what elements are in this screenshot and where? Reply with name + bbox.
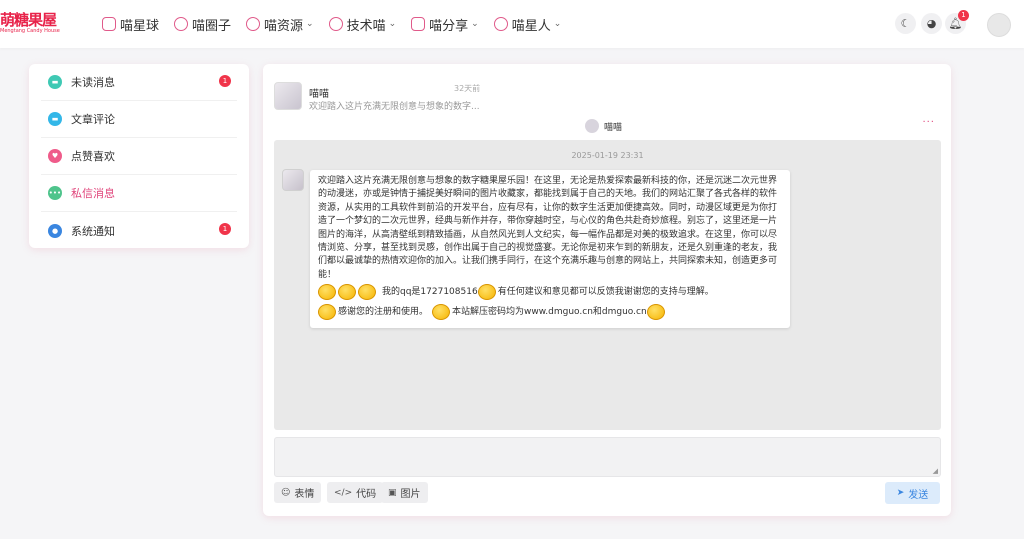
nav-item-jishumiao[interactable]: 技术喵 ⌄ [328, 15, 397, 34]
sidebar-item-comments[interactable]: ▬ 文章评论 [41, 101, 237, 138]
nav-label: 喵分享 [429, 18, 469, 34]
nav-label: 喵星人 [511, 18, 551, 34]
nav-item-miaofenxiang[interactable]: 喵分享 ⌄ [411, 15, 479, 34]
nav-label: 喵资源 [264, 18, 304, 34]
emoji-icon [358, 284, 376, 301]
emoji-label: 表情 [294, 489, 315, 500]
emoji-icon [338, 284, 356, 301]
sidebar-item-private-messages[interactable]: ••• 私信消息 [41, 175, 237, 212]
chevron-down-icon: ⌄ [388, 19, 397, 29]
conversation-avatar [274, 82, 302, 110]
message-input[interactable]: ◢ [274, 437, 941, 477]
cat-face-icon [102, 17, 116, 31]
sidebar-item-label: 点赞喜欢 [71, 150, 115, 163]
password-text: 本站解压密码均为www.dmguo.cn和dmguo.cn [452, 307, 647, 318]
send-label: 发送 [908, 489, 929, 501]
conversation-item[interactable]: 喵喵 32天前 欢迎踏入这片充满无限创意与想象的数字... [274, 82, 484, 112]
code-label: 代码 [356, 489, 377, 500]
emoji-icon [477, 284, 496, 301]
image-icon: ▣ [388, 487, 397, 498]
code-button[interactable]: </> 代码 [327, 482, 384, 503]
unread-message-icon: ▬ [48, 75, 62, 89]
chat-panel: 喵喵 32天前 欢迎踏入这片充满无限创意与想象的数字... 喵喵 ··· 202… [263, 64, 951, 516]
dark-mode-toggle[interactable]: ☾ [895, 13, 916, 34]
conversation-preview: 欢迎踏入这片充满无限创意与想象的数字... [309, 102, 480, 112]
sender-avatar [282, 169, 304, 191]
nav-label: 喵星球 [120, 18, 160, 34]
sidebar-item-unread[interactable]: ▬ 未读消息 1 [41, 64, 237, 101]
message-timestamp: 2025-01-19 23:31 [571, 151, 644, 160]
nav-label: 技术喵 [346, 18, 386, 34]
message-sidebar: ▬ 未读消息 1 ▬ 文章评论 ♥ 点赞喜欢 ••• 私信消息 ● 系统通知 1 [29, 64, 249, 248]
message-area[interactable]: 2025-01-19 23:31 欢迎踏入这片充满无限创意与想象的数字糖果屋乐园… [274, 140, 941, 430]
private-message-icon: ••• [48, 186, 62, 200]
conversation-time: 32天前 [454, 84, 481, 93]
chevron-down-icon: ⌄ [553, 19, 562, 29]
main-nav: 喵星球 喵圈子 喵资源 ⌄ 技术喵 ⌄ 喵分享 ⌄ 喵星人 ⌄ [102, 0, 576, 48]
nav-item-miaoquanzi[interactable]: 喵圈子 [174, 15, 231, 34]
sidebar-item-label: 未读消息 [71, 76, 115, 89]
message-qq-line: 我的qq是1727108516 有任何建议和意见都可以反馈我谢谢您的支持与理解。 [318, 282, 782, 302]
image-button[interactable]: ▣ 图片 [381, 482, 428, 503]
smile-icon: ☺ [281, 487, 291, 498]
notification-badge: 1 [958, 10, 969, 21]
message-bubble: 欢迎踏入这片充满无限创意与想象的数字糖果屋乐园！在这里，无论是热爱探索最新科技的… [310, 170, 790, 329]
message-text: 欢迎踏入这片充满无限创意与想象的数字糖果屋乐园！在这里，无论是热爱探索最新科技的… [318, 176, 778, 280]
top-header: 萌糖果屋 Mengtang Candy House 喵星球 喵圈子 喵资源 ⌄ … [0, 0, 1024, 48]
chevron-down-icon: ⌄ [471, 19, 479, 29]
sidebar-item-system-notifications[interactable]: ● 系统通知 1 [41, 212, 237, 249]
send-button[interactable]: ➤ 发送 [885, 482, 940, 504]
sidebar-item-label: 文章评论 [71, 113, 115, 126]
nav-label: 喵圈子 [192, 18, 232, 34]
resize-handle-icon[interactable]: ◢ [933, 467, 938, 475]
heart-icon: ♥ [48, 149, 62, 163]
document-icon [411, 17, 426, 31]
qq-text: 我的qq是1727108516 [382, 287, 478, 298]
unread-badge: 1 [219, 75, 231, 87]
notification-icon: ● [48, 223, 62, 238]
nav-item-miaoxingqiu[interactable]: 喵星球 [102, 15, 159, 34]
moon-icon: ☾ [900, 17, 911, 30]
sidebar-item-label: 系统通知 [71, 224, 115, 238]
chat-partner-name: 喵喵 [604, 122, 623, 133]
emoji-icon [432, 304, 451, 321]
emoji-icon [318, 284, 336, 301]
sidebar-item-likes[interactable]: ♥ 点赞喜欢 [41, 138, 237, 175]
notification-count-badge: 1 [219, 223, 231, 235]
nav-item-miaoziyuan[interactable]: 喵资源 ⌄ [246, 15, 314, 34]
comment-icon: ▬ [48, 112, 62, 126]
emoji-icon [318, 304, 336, 321]
badge-icon [493, 17, 508, 31]
chevron-down-icon: ⌄ [306, 19, 314, 29]
emoji-button[interactable]: ☺ 表情 [274, 482, 322, 503]
image-label: 图片 [400, 489, 421, 500]
nav-item-miaoxingren[interactable]: 喵星人 ⌄ [493, 15, 562, 34]
palette-icon: ◕ [926, 17, 937, 30]
code-icon: </> [334, 487, 353, 498]
chat-partner: 喵喵 [585, 119, 622, 133]
at-sign-icon [246, 17, 261, 31]
thanks-text: 感谢您的注册和使用。 [338, 307, 429, 318]
paper-plane-icon: ➤ [896, 488, 905, 498]
sidebar-item-label: 私信消息 [71, 187, 115, 200]
user-avatar[interactable] [987, 13, 1011, 37]
conversation-name: 喵喵 [309, 89, 329, 100]
qq-suffix-text: 有任何建议和意见都可以反馈我谢谢您的支持与理解。 [497, 287, 714, 298]
theme-button[interactable]: ◕ [921, 13, 942, 34]
speech-icon [328, 17, 343, 31]
emoji-icon [646, 304, 665, 321]
chat-partner-avatar [585, 119, 599, 133]
site-logo[interactable]: 萌糖果屋 Mengtang Candy House [0, 11, 60, 38]
chat-bubble-icon [174, 17, 189, 31]
message-thanks-line: 感谢您的注册和使用。 本站解压密码均为www.dmguo.cn和dmguo.cn [318, 302, 782, 322]
logo-text: 萌糖果屋 [0, 11, 57, 29]
more-options-button[interactable]: ··· [922, 117, 935, 128]
logo-subtitle: Mengtang Candy House [0, 28, 60, 34]
